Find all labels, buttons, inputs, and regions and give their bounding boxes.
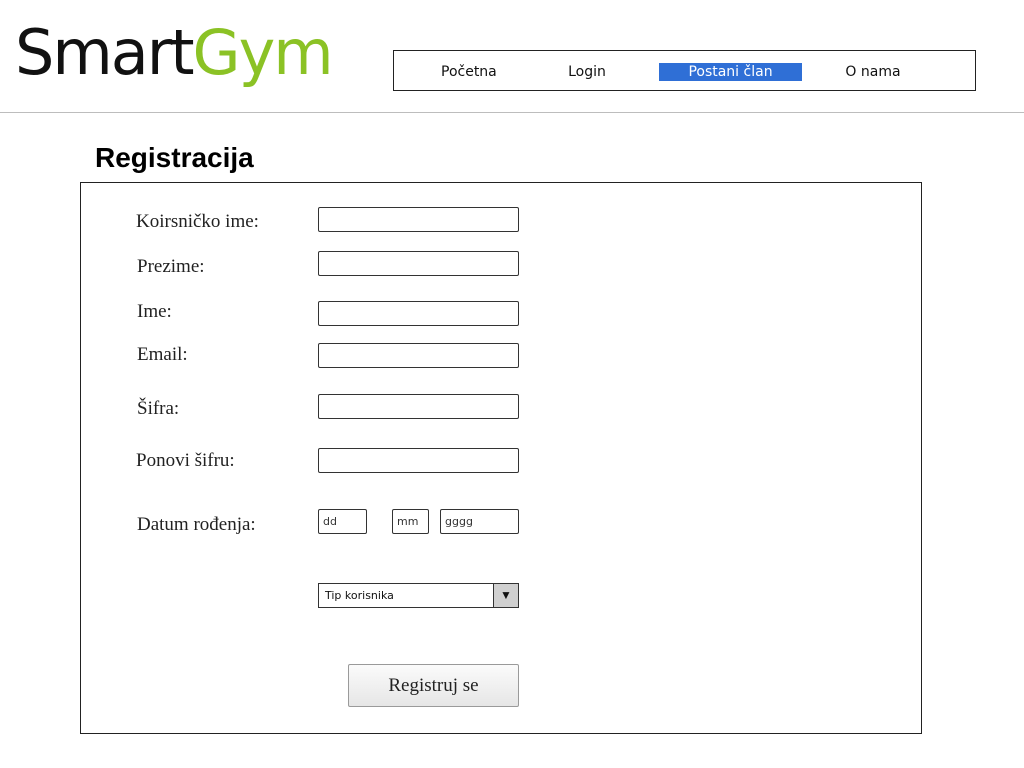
- nav-item-postani-clan[interactable]: Postani član: [659, 63, 802, 81]
- password-repeat-label: Ponovi šifru:: [136, 450, 235, 471]
- logo-text-gym: Gym: [192, 16, 334, 89]
- username-input[interactable]: [318, 207, 519, 232]
- birth-year-input[interactable]: [440, 509, 519, 534]
- header-divider: [0, 112, 1024, 113]
- firstname-label: Ime:: [137, 301, 172, 322]
- email-input[interactable]: [318, 343, 519, 368]
- password-input[interactable]: [318, 394, 519, 419]
- smartgym-logo: SmartGym: [15, 22, 334, 84]
- birthdate-label: Datum rođenja:: [137, 514, 256, 535]
- main-navigation: Početna Login Postani član O nama: [393, 50, 976, 91]
- nav-item-login[interactable]: Login: [567, 63, 607, 81]
- birth-month-input[interactable]: [392, 509, 429, 534]
- password-repeat-input[interactable]: [318, 448, 519, 473]
- password-label: Šifra:: [137, 398, 180, 419]
- nav-item-pocetna[interactable]: Početna: [441, 63, 497, 81]
- user-type-selected-value: Tip korisnika: [325, 589, 394, 602]
- email-label: Email:: [137, 344, 188, 365]
- firstname-input[interactable]: [318, 301, 519, 326]
- lastname-label: Prezime:: [137, 256, 205, 277]
- triangle-down-icon[interactable]: ▼: [493, 584, 518, 607]
- lastname-input[interactable]: [318, 251, 519, 276]
- register-button[interactable]: Registruj se: [348, 664, 519, 707]
- user-type-select[interactable]: Tip korisnika ▼: [318, 583, 519, 608]
- page-title: Registracija: [95, 142, 254, 173]
- logo-text-smart: Smart: [15, 16, 195, 89]
- username-label: Koirsničko ime:: [136, 211, 259, 232]
- nav-item-o-nama[interactable]: O nama: [842, 63, 904, 81]
- birth-day-input[interactable]: [318, 509, 367, 534]
